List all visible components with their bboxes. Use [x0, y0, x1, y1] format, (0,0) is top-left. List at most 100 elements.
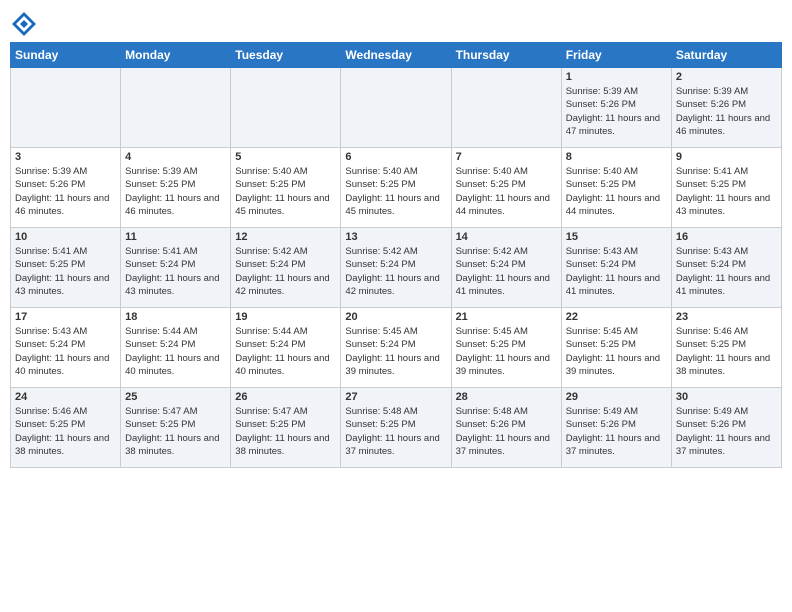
- day-info: Sunrise: 5:39 AM Sunset: 5:26 PM Dayligh…: [566, 85, 667, 138]
- day-info: Sunrise: 5:44 AM Sunset: 5:24 PM Dayligh…: [125, 325, 226, 378]
- day-number: 29: [566, 391, 667, 403]
- calendar-table: SundayMondayTuesdayWednesdayThursdayFrid…: [10, 42, 782, 468]
- day-number: 28: [456, 391, 557, 403]
- calendar-cell: 14Sunrise: 5:42 AM Sunset: 5:24 PM Dayli…: [451, 228, 561, 308]
- day-number: 20: [345, 311, 446, 323]
- day-number: 7: [456, 151, 557, 163]
- day-info: Sunrise: 5:42 AM Sunset: 5:24 PM Dayligh…: [456, 245, 557, 298]
- day-info: Sunrise: 5:39 AM Sunset: 5:25 PM Dayligh…: [125, 165, 226, 218]
- day-info: Sunrise: 5:48 AM Sunset: 5:25 PM Dayligh…: [345, 405, 446, 458]
- calendar-cell: 30 Sunrise: 5:49 AM Sunset: 5:26 PM Dayli…: [671, 388, 781, 468]
- calendar-cell: [231, 68, 341, 148]
- day-number: 18: [125, 311, 226, 323]
- day-number: 24: [15, 391, 116, 403]
- day-info: Sunrise: 5:42 AM Sunset: 5:24 PM Dayligh…: [235, 245, 336, 298]
- day-info: Sunrise: 5:43 AM Sunset: 5:24 PM Dayligh…: [566, 245, 667, 298]
- calendar-cell: 8Sunrise: 5:40 AM Sunset: 5:25 PM Daylig…: [561, 148, 671, 228]
- day-number: 16: [676, 231, 777, 243]
- day-number: 8: [566, 151, 667, 163]
- header-cell-saturday: Saturday: [671, 43, 781, 68]
- calendar-cell: 16 Sunrise: 5:43 AM Sunset: 5:24 PM Dayli…: [671, 228, 781, 308]
- day-info: Sunrise: 5:44 AM Sunset: 5:24 PM Dayligh…: [235, 325, 336, 378]
- day-info: Sunrise: 5:43 AM Sunset: 5:24 PM Dayligh…: [676, 245, 777, 298]
- day-number: 22: [566, 311, 667, 323]
- calendar-header: SundayMondayTuesdayWednesdayThursdayFrid…: [11, 43, 782, 68]
- calendar-cell: 9Sunrise: 5:41 AM Sunset: 5:25 PM Daylig…: [671, 148, 781, 228]
- calendar-cell: 4 Sunrise: 5:39 AM Sunset: 5:25 PM Daylig…: [121, 148, 231, 228]
- day-number: 4: [125, 151, 226, 163]
- day-number: 13: [345, 231, 446, 243]
- calendar-cell: 23Sunrise: 5:46 AM Sunset: 5:25 PM Dayli…: [671, 308, 781, 388]
- day-number: 25: [125, 391, 226, 403]
- week-row-2: 3 Sunrise: 5:39 AM Sunset: 5:26 PM Daylig…: [11, 148, 782, 228]
- day-info: Sunrise: 5:39 AM Sunset: 5:26 PM Dayligh…: [15, 165, 116, 218]
- day-info: Sunrise: 5:47 AM Sunset: 5:25 PM Dayligh…: [235, 405, 336, 458]
- calendar-cell: [11, 68, 121, 148]
- header-cell-monday: Monday: [121, 43, 231, 68]
- calendar-cell: [451, 68, 561, 148]
- day-number: 17: [15, 311, 116, 323]
- logo-icon: [10, 10, 38, 38]
- day-info: Sunrise: 5:45 AM Sunset: 5:25 PM Dayligh…: [566, 325, 667, 378]
- week-row-5: 24 Sunrise: 5:46 AM Sunset: 5:25 PM Dayli…: [11, 388, 782, 468]
- week-row-3: 10 Sunrise: 5:41 AM Sunset: 5:25 PM Dayli…: [11, 228, 782, 308]
- day-info: Sunrise: 5:49 AM Sunset: 5:26 PM Dayligh…: [676, 405, 777, 458]
- day-number: 9: [676, 151, 777, 163]
- day-number: 10: [15, 231, 116, 243]
- week-row-4: 17 Sunrise: 5:43 AM Sunset: 5:24 PM Dayli…: [11, 308, 782, 388]
- calendar-cell: 18 Sunrise: 5:44 AM Sunset: 5:24 PM Dayli…: [121, 308, 231, 388]
- calendar-cell: 6 Sunrise: 5:40 AM Sunset: 5:25 PM Daylig…: [341, 148, 451, 228]
- day-info: Sunrise: 5:40 AM Sunset: 5:25 PM Dayligh…: [345, 165, 446, 218]
- header-cell-thursday: Thursday: [451, 43, 561, 68]
- day-info: Sunrise: 5:47 AM Sunset: 5:25 PM Dayligh…: [125, 405, 226, 458]
- calendar-cell: [341, 68, 451, 148]
- day-info: Sunrise: 5:40 AM Sunset: 5:25 PM Dayligh…: [235, 165, 336, 218]
- calendar-cell: 29 Sunrise: 5:49 AM Sunset: 5:26 PM Dayli…: [561, 388, 671, 468]
- header-cell-wednesday: Wednesday: [341, 43, 451, 68]
- day-info: Sunrise: 5:40 AM Sunset: 5:25 PM Dayligh…: [456, 165, 557, 218]
- header-row: SundayMondayTuesdayWednesdayThursdayFrid…: [11, 43, 782, 68]
- calendar-cell: 22 Sunrise: 5:45 AM Sunset: 5:25 PM Dayli…: [561, 308, 671, 388]
- day-number: 12: [235, 231, 336, 243]
- calendar-cell: 2Sunrise: 5:39 AM Sunset: 5:26 PM Daylig…: [671, 68, 781, 148]
- day-info: Sunrise: 5:46 AM Sunset: 5:25 PM Dayligh…: [15, 405, 116, 458]
- calendar-cell: 12 Sunrise: 5:42 AM Sunset: 5:24 PM Dayli…: [231, 228, 341, 308]
- calendar-cell: 11 Sunrise: 5:41 AM Sunset: 5:24 PM Dayli…: [121, 228, 231, 308]
- day-number: 5: [235, 151, 336, 163]
- page-header: [10, 10, 782, 38]
- header-cell-friday: Friday: [561, 43, 671, 68]
- day-number: 1: [566, 71, 667, 83]
- day-number: 27: [345, 391, 446, 403]
- calendar-cell: 19 Sunrise: 5:44 AM Sunset: 5:24 PM Dayli…: [231, 308, 341, 388]
- day-number: 19: [235, 311, 336, 323]
- day-number: 30: [676, 391, 777, 403]
- day-number: 15: [566, 231, 667, 243]
- calendar-cell: 7 Sunrise: 5:40 AM Sunset: 5:25 PM Daylig…: [451, 148, 561, 228]
- day-number: 6: [345, 151, 446, 163]
- day-info: Sunrise: 5:45 AM Sunset: 5:25 PM Dayligh…: [456, 325, 557, 378]
- day-info: Sunrise: 5:43 AM Sunset: 5:24 PM Dayligh…: [15, 325, 116, 378]
- day-number: 26: [235, 391, 336, 403]
- day-info: Sunrise: 5:46 AM Sunset: 5:25 PM Dayligh…: [676, 325, 777, 378]
- calendar-cell: 5 Sunrise: 5:40 AM Sunset: 5:25 PM Daylig…: [231, 148, 341, 228]
- day-info: Sunrise: 5:41 AM Sunset: 5:25 PM Dayligh…: [15, 245, 116, 298]
- day-info: Sunrise: 5:49 AM Sunset: 5:26 PM Dayligh…: [566, 405, 667, 458]
- week-row-1: 1 Sunrise: 5:39 AM Sunset: 5:26 PM Daylig…: [11, 68, 782, 148]
- calendar-cell: 27 Sunrise: 5:48 AM Sunset: 5:25 PM Dayli…: [341, 388, 451, 468]
- day-info: Sunrise: 5:41 AM Sunset: 5:24 PM Dayligh…: [125, 245, 226, 298]
- day-info: Sunrise: 5:48 AM Sunset: 5:26 PM Dayligh…: [456, 405, 557, 458]
- day-number: 3: [15, 151, 116, 163]
- day-number: 21: [456, 311, 557, 323]
- header-cell-sunday: Sunday: [11, 43, 121, 68]
- logo: [10, 10, 42, 38]
- day-number: 11: [125, 231, 226, 243]
- calendar-cell: 20Sunrise: 5:45 AM Sunset: 5:24 PM Dayli…: [341, 308, 451, 388]
- day-info: Sunrise: 5:42 AM Sunset: 5:24 PM Dayligh…: [345, 245, 446, 298]
- calendar-cell: 1 Sunrise: 5:39 AM Sunset: 5:26 PM Daylig…: [561, 68, 671, 148]
- calendar-cell: 21 Sunrise: 5:45 AM Sunset: 5:25 PM Dayli…: [451, 308, 561, 388]
- calendar-cell: [121, 68, 231, 148]
- header-cell-tuesday: Tuesday: [231, 43, 341, 68]
- calendar-cell: 15 Sunrise: 5:43 AM Sunset: 5:24 PM Dayli…: [561, 228, 671, 308]
- calendar-cell: 17 Sunrise: 5:43 AM Sunset: 5:24 PM Dayli…: [11, 308, 121, 388]
- day-info: Sunrise: 5:39 AM Sunset: 5:26 PM Dayligh…: [676, 85, 777, 138]
